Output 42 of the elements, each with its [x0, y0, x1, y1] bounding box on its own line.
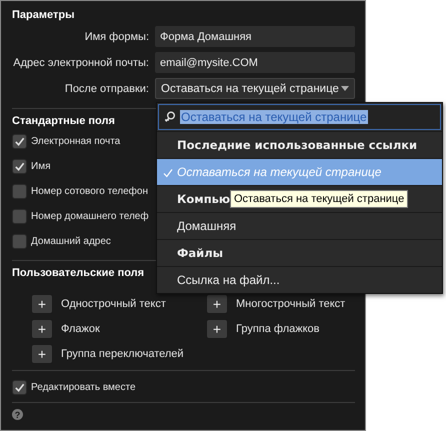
- checkmark-icon: [14, 382, 25, 393]
- add-label: Многострочный текст: [236, 298, 346, 310]
- checkbox[interactable]: [12, 134, 27, 149]
- checkbox-label: Имя: [31, 161, 50, 172]
- checkbox[interactable]: [12, 380, 27, 395]
- field-label: Имя формы:: [84, 30, 149, 42]
- checkmark-icon: [14, 136, 25, 147]
- checkmark-icon: [14, 161, 25, 172]
- add-label: Группа флажков: [236, 322, 320, 334]
- caret-icon: [341, 86, 349, 91]
- checkbox-label: Электронная почта: [31, 136, 120, 147]
- add-button[interactable]: +: [206, 294, 228, 314]
- section-title: Параметры: [12, 9, 74, 21]
- checkbox[interactable]: [12, 159, 27, 174]
- checkbox[interactable]: [12, 234, 27, 249]
- add-button[interactable]: +: [31, 318, 53, 338]
- field-label: Адрес электронной почты:: [12, 56, 149, 68]
- input-field[interactable]: email@mysite.COM: [155, 52, 355, 73]
- checkbox[interactable]: [12, 209, 27, 224]
- add-label: Однострочный текст: [61, 298, 166, 310]
- checkbox-label: Номер сотового телефон: [31, 186, 148, 197]
- checkbox-label: Номер домашнего телеф: [31, 211, 149, 222]
- section-title: Пользовательские поля: [12, 267, 144, 279]
- checkbox[interactable]: [12, 184, 27, 199]
- search-icon: [165, 111, 176, 123]
- tooltip: Оставаться на текущей странице: [230, 190, 408, 208]
- input-field[interactable]: Форма Домашняя: [155, 26, 355, 47]
- menu-header: Файлы: [157, 239, 442, 266]
- select-field[interactable]: Оставаться на текущей странице: [155, 78, 355, 99]
- menu-item[interactable]: Ссылка на файл...: [157, 266, 442, 293]
- checkbox-label: Редактировать вместе: [31, 382, 136, 393]
- add-button[interactable]: +: [31, 294, 53, 314]
- checkmark-icon: [163, 168, 173, 178]
- field-label: После отправки:: [64, 82, 149, 94]
- menu-item[interactable]: Домашняя: [157, 212, 442, 239]
- checkbox-label: Домашний адрес: [31, 236, 111, 247]
- help-icon[interactable]: ?: [12, 409, 23, 420]
- section-title: Стандартные поля: [12, 115, 115, 127]
- add-button[interactable]: +: [31, 344, 53, 364]
- add-label: Группа переключателей: [61, 348, 184, 360]
- add-label: Флажок: [61, 322, 100, 334]
- add-button[interactable]: +: [206, 318, 228, 338]
